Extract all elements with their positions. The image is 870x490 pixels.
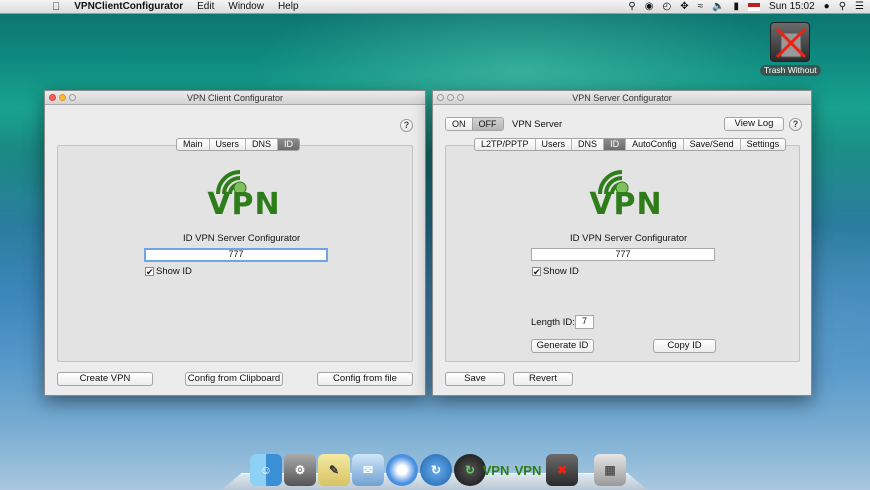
tab-settings[interactable]: Settings xyxy=(741,139,786,150)
zoom-icon[interactable] xyxy=(69,94,76,101)
server-help-button[interactable]: ? xyxy=(789,118,802,131)
app-menu[interactable]: VPNClientConfigurator xyxy=(67,0,190,14)
apple-menu-icon[interactable]:  xyxy=(0,0,67,14)
tab-id[interactable]: ID xyxy=(278,139,300,150)
finder-icon[interactable]: ☺ xyxy=(250,454,282,486)
revert-button[interactable]: Revert xyxy=(513,372,573,386)
create-vpn-button[interactable]: Create VPN xyxy=(57,372,153,386)
vpn-logo: VPN xyxy=(204,158,284,222)
client-tab-panel: VPN ID VPN Server Configurator 777 ✔ Sho… xyxy=(57,145,413,362)
client-show-id-checkbox[interactable]: ✔ Show ID xyxy=(145,266,192,277)
copy-id-button[interactable]: Copy ID xyxy=(653,339,716,353)
server-window: VPN Server Configurator ON OFF VPN Serve… xyxy=(432,90,812,396)
tab-autoconfig[interactable]: AutoConfig xyxy=(626,139,684,150)
client-title: VPN Client Configurator xyxy=(186,93,284,103)
tab-users[interactable]: Users xyxy=(536,139,573,150)
trash-icon xyxy=(770,22,810,62)
trash-without-icon[interactable]: Trash Without xyxy=(760,20,821,78)
notes-app-icon[interactable]: ✎ xyxy=(318,454,350,486)
trash-label: Trash Without xyxy=(760,65,821,76)
close-icon[interactable] xyxy=(437,94,444,101)
client-title-bar[interactable]: VPN Client Configurator xyxy=(45,91,425,105)
tab-main[interactable]: Main xyxy=(177,139,210,150)
config-from-clipboard-button[interactable]: Config from Clipboard xyxy=(185,372,283,386)
tab-dns[interactable]: DNS xyxy=(246,139,279,150)
config-from-file-button[interactable]: Config from file xyxy=(317,372,413,386)
minimize-icon[interactable] xyxy=(59,94,66,101)
tab-id[interactable]: ID xyxy=(604,139,627,150)
client-id-field[interactable]: 777 xyxy=(144,248,328,262)
trash-icon[interactable]: ▦ xyxy=(594,454,626,486)
dock: ☺ ⚙ ✎ ✉ ❖ ↻ ↻ VPN VPN ✖ ▦ xyxy=(221,454,648,490)
client-id-label: ID VPN Server Configurator xyxy=(183,233,301,244)
safari-icon[interactable]: ❖ xyxy=(386,454,418,486)
server-show-id-checkbox[interactable]: ✔ Show ID xyxy=(532,266,579,277)
bluetooth-icon[interactable]: ✥ xyxy=(680,0,688,14)
server-title: VPN Server Configurator xyxy=(572,93,672,103)
menu-help[interactable]: Help xyxy=(271,0,306,14)
checkmark-icon: ✔ xyxy=(532,267,541,277)
tab-l2tp-pptp[interactable]: L2TP/PPTP xyxy=(475,139,536,150)
server-id-label: ID VPN Server Configurator xyxy=(570,233,688,244)
search-icon[interactable]: ⚲ xyxy=(839,0,846,14)
system-preferences-icon[interactable]: ⚙ xyxy=(284,454,316,486)
minimize-icon[interactable] xyxy=(447,94,454,101)
list-icon[interactable]: ☰ xyxy=(855,0,864,14)
sync-icon[interactable]: ↻ xyxy=(420,454,452,486)
tab-save-send[interactable]: Save/Send xyxy=(684,139,741,150)
spotlight-small-icon[interactable]: ⚲ xyxy=(628,0,635,14)
server-show-id-label: Show ID xyxy=(543,266,579,277)
server-id-field[interactable]: 777 xyxy=(531,248,715,261)
mail-icon[interactable]: ✉ xyxy=(352,454,384,486)
length-id-field[interactable]: 7 xyxy=(575,315,594,329)
view-log-button[interactable]: View Log xyxy=(724,117,784,131)
wifi-icon[interactable]: ≈ xyxy=(698,0,704,14)
zoom-icon[interactable] xyxy=(457,94,464,101)
menu-bar:  VPNClientConfigurator Edit Window Help… xyxy=(0,0,870,14)
flag-icon[interactable] xyxy=(748,3,761,11)
time-machine-icon[interactable]: ◴ xyxy=(662,0,671,14)
server-tab-panel: VPN ID VPN Server Configurator 777 ✔ Sho… xyxy=(445,145,800,362)
client-tabs: Main Users DNS ID xyxy=(176,138,301,151)
checkmark-icon: ✔ xyxy=(145,267,154,277)
vpn-server-label: VPN Server xyxy=(512,119,563,130)
vpn-logo: VPN xyxy=(586,158,666,222)
user-icon[interactable]: ● xyxy=(824,0,830,14)
client-window: VPN Client Configurator ? Main Users DNS… xyxy=(44,90,426,396)
trash-without-dock-icon[interactable]: ✖ xyxy=(546,454,578,486)
battery-icon[interactable]: ▮ xyxy=(734,0,740,14)
on-segment[interactable]: ON xyxy=(446,118,472,130)
server-on-off-toggle[interactable]: ON OFF xyxy=(445,117,504,131)
save-button[interactable]: Save xyxy=(445,372,505,386)
client-show-id-label: Show ID xyxy=(156,266,192,277)
off-segment[interactable]: OFF xyxy=(471,118,503,130)
server-tabs: L2TP/PPTP Users DNS ID AutoConfig Save/S… xyxy=(474,138,787,151)
vpn-client-dock-icon[interactable]: VPN xyxy=(480,454,512,486)
clock[interactable]: Sun 15:02 xyxy=(769,0,815,14)
server-title-bar[interactable]: VPN Server Configurator xyxy=(433,91,811,105)
tab-users[interactable]: Users xyxy=(210,139,247,150)
generate-id-button[interactable]: Generate ID xyxy=(531,339,594,353)
vpn-logo-text: VPN xyxy=(589,187,663,222)
length-id-label: Length ID: xyxy=(531,317,575,328)
desktop:  VPNClientConfigurator Edit Window Help… xyxy=(0,0,870,490)
vpn-server-dock-icon[interactable]: VPN xyxy=(512,454,544,486)
vpn-logo-text: VPN xyxy=(207,187,281,222)
client-help-button[interactable]: ? xyxy=(400,119,413,132)
record-icon[interactable]: ◉ xyxy=(645,0,654,14)
menu-edit[interactable]: Edit xyxy=(190,0,221,14)
tab-dns[interactable]: DNS xyxy=(572,139,605,150)
volume-icon[interactable]: 🔈 xyxy=(712,0,724,14)
menu-window[interactable]: Window xyxy=(221,0,271,14)
close-icon[interactable] xyxy=(49,94,56,101)
